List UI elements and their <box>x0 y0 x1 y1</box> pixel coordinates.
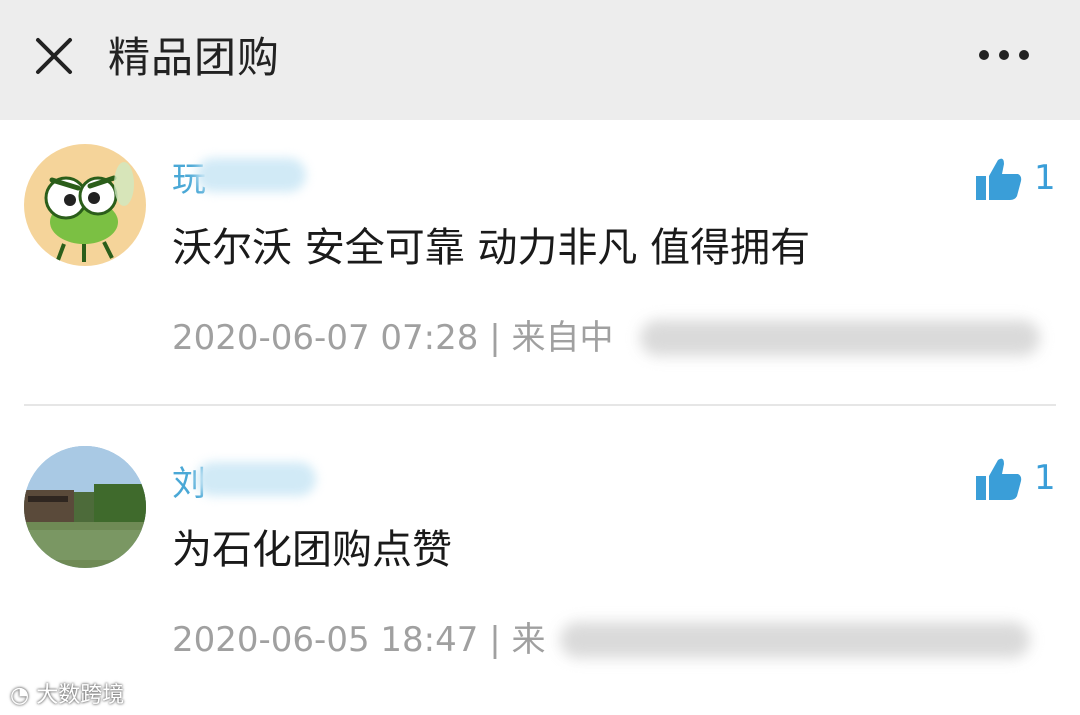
like-count: 1 <box>1034 158 1056 198</box>
close-icon[interactable] <box>30 32 78 80</box>
comment-text: 为石化团购点赞 <box>172 527 452 573</box>
comment-source: | 来 <box>489 620 546 660</box>
comment-date: 2020-06-07 07:28 <box>172 318 479 358</box>
divider <box>24 404 1056 406</box>
comment-text: 沃尔沃 安全可靠 动力非凡 值得拥有 <box>172 225 811 271</box>
more-options-icon[interactable] <box>974 40 1034 70</box>
avatar[interactable] <box>24 446 146 568</box>
comment-meta: 2020-06-05 18:47 | 来 <box>172 618 545 662</box>
comment-meta: 2020-06-07 07:28 | 来自中 <box>172 316 613 360</box>
comment-date: 2020-06-05 18:47 <box>172 620 479 660</box>
top-bar: 精品团购 <box>0 0 1080 120</box>
redacted-source <box>640 320 1040 356</box>
like-count: 1 <box>1034 458 1056 498</box>
watermark-logo-icon: ◔ <box>10 683 30 708</box>
page-title: 精品团购 <box>108 33 281 82</box>
redacted-name <box>196 158 306 192</box>
comment-source: | 来自中 <box>489 318 614 358</box>
watermark: ◔ 大数跨境 <box>10 683 125 708</box>
redacted-name <box>196 462 316 496</box>
redacted-source <box>560 622 1030 658</box>
avatar[interactable] <box>24 144 146 266</box>
